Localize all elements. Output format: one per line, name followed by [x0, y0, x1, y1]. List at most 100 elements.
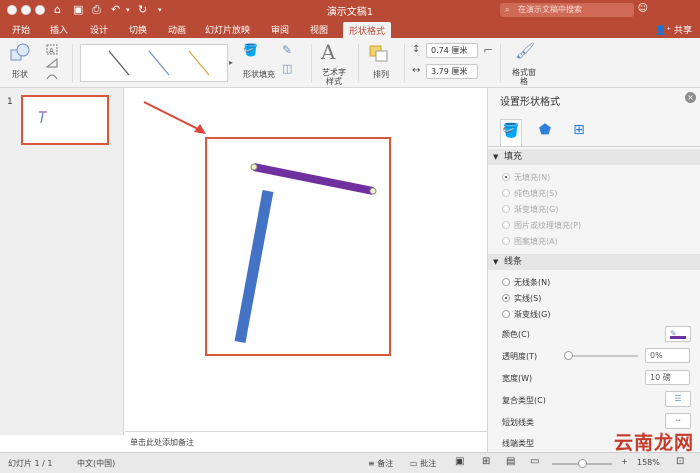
- size-properties-tab-icon[interactable]: ⊞: [568, 119, 590, 141]
- line-option-label: 渐变线(G): [514, 310, 551, 319]
- radio-button[interactable]: [502, 173, 510, 181]
- radio-button[interactable]: [502, 294, 510, 302]
- radio-button[interactable]: [502, 237, 510, 245]
- tab-transitions[interactable]: 切换: [129, 23, 147, 36]
- thumbnail-preview: [39, 111, 47, 124]
- radio-button[interactable]: [502, 310, 510, 318]
- line-option-solid[interactable]: 实线(S): [502, 293, 541, 304]
- tab-slideshow[interactable]: 幻灯片放映: [205, 23, 250, 36]
- zoom-slider-thumb[interactable]: [578, 459, 587, 468]
- zoom-in-icon[interactable]: +: [621, 457, 628, 466]
- shape-effects-icon[interactable]: ◫: [282, 62, 292, 75]
- fill-option-solid[interactable]: 纯色填充(S): [502, 188, 557, 199]
- normal-view-icon[interactable]: ▣: [455, 456, 464, 467]
- notes-area[interactable]: 单击此处添加备注: [125, 431, 487, 451]
- gallery-more-icon[interactable]: ▸: [229, 58, 233, 67]
- shape-width-field[interactable]: 3.79 厘米: [426, 64, 478, 79]
- line-option-none[interactable]: 无线条(N): [502, 277, 550, 288]
- slide-thumbnail-pane: 1: [0, 88, 124, 435]
- comment-icon: ▭: [410, 459, 421, 468]
- feedback-smile-icon[interactable]: ☺: [638, 3, 648, 14]
- line-section-header[interactable]: ▼ 线条: [488, 254, 700, 270]
- line-pen-icon[interactable]: ✎: [282, 43, 292, 57]
- line-style-previews[interactable]: [81, 45, 227, 81]
- transparency-field[interactable]: 0%: [645, 348, 690, 363]
- radio-button[interactable]: [502, 189, 510, 197]
- tab-review[interactable]: 审阅: [271, 23, 289, 36]
- fill-line-tab-icon[interactable]: 🪣: [500, 119, 522, 146]
- tab-animations[interactable]: 动画: [168, 23, 186, 36]
- search-placeholder: 在演示文稿中搜索: [518, 5, 582, 14]
- line-handle-end[interactable]: [369, 187, 377, 195]
- line-color-picker[interactable]: ✎: [665, 326, 691, 342]
- share-button[interactable]: 👤⁺ 共享: [655, 23, 692, 36]
- dash-type-select[interactable]: ┅: [665, 413, 691, 429]
- line-option-label: 实线(S): [514, 294, 542, 303]
- status-bar: 幻灯片 1 / 1 中文(中国) ≡ 备注 ▭ 批注 ▣ ⊞ ▤ ▭ + 158…: [0, 452, 700, 473]
- slideshow-icon[interactable]: ▭: [530, 456, 539, 467]
- fit-to-window-icon[interactable]: ⊡: [676, 456, 684, 467]
- zoom-level[interactable]: 158%: [637, 458, 660, 467]
- shape-height-field[interactable]: 0.74 厘米: [426, 43, 478, 58]
- line-option-gradient[interactable]: 渐变线(G): [502, 309, 550, 320]
- comments-label: 批注: [420, 459, 437, 468]
- blue-line-shape[interactable]: [234, 189, 274, 344]
- format-pane-icon[interactable]: 🖌: [515, 41, 535, 60]
- radio-button[interactable]: [502, 205, 510, 213]
- annotation-arrow-icon: [143, 101, 206, 134]
- compound-type-select[interactable]: ☰: [665, 391, 691, 407]
- transparency-slider-track[interactable]: [568, 355, 638, 357]
- wordart-icon[interactable]: A: [321, 40, 335, 64]
- shape-style-gallery[interactable]: [80, 44, 228, 82]
- slide-editor: [125, 88, 487, 431]
- dash-type-label: 短划线类: [502, 418, 534, 427]
- fill-option-label: 渐变填充(G): [514, 205, 559, 214]
- search-input[interactable]: ⌕ 在演示文稿中搜索: [500, 3, 634, 17]
- fill-option-picture[interactable]: 图片或纹理填充(P): [502, 220, 581, 231]
- ribbon-separator: [72, 44, 73, 82]
- arrange-icon[interactable]: [368, 44, 390, 64]
- cap-type-label: 线端类型: [502, 439, 534, 448]
- slide-canvas[interactable]: [205, 137, 391, 356]
- tab-design[interactable]: 设计: [90, 23, 108, 36]
- fill-section-header[interactable]: ▼ 填充: [488, 149, 700, 165]
- line-handle-start[interactable]: [250, 163, 258, 171]
- tab-insert[interactable]: 插入: [50, 23, 68, 36]
- tab-home[interactable]: 开始: [12, 23, 30, 36]
- ribbon-separator: [311, 44, 312, 82]
- fill-option-pattern[interactable]: 图案填充(A): [502, 236, 558, 247]
- watermark-text: 云南龙网: [613, 432, 694, 454]
- slide-sorter-icon[interactable]: ⊞: [482, 456, 490, 467]
- close-icon[interactable]: ×: [685, 92, 696, 103]
- reading-view-icon[interactable]: ▤: [506, 456, 515, 467]
- slide-number: 1: [7, 97, 13, 107]
- notes-toggle[interactable]: ≡ 备注: [368, 458, 393, 469]
- fill-option-none[interactable]: 无填充(N): [502, 172, 550, 183]
- purple-line-shape[interactable]: [253, 163, 374, 195]
- insert-shapes-icon[interactable]: [9, 42, 31, 64]
- color-label: 颜色(C): [502, 330, 530, 339]
- lock-aspect-icon[interactable]: ⌐: [483, 43, 493, 57]
- fill-option-label: 图案填充(A): [514, 237, 558, 246]
- edit-shape-icons[interactable]: A: [44, 43, 64, 83]
- svg-text:A: A: [49, 47, 54, 55]
- fill-bucket-icon[interactable]: 🪣: [243, 43, 258, 57]
- radio-button[interactable]: [502, 278, 510, 286]
- width-field[interactable]: 10 磅: [645, 370, 690, 385]
- line-section-label: 线条: [504, 257, 523, 267]
- format-pane-label: 格式窗格: [512, 68, 536, 86]
- transparency-slider-thumb[interactable]: [564, 351, 573, 360]
- effects-tab-icon[interactable]: ⬟: [534, 119, 556, 141]
- shape-height-icon: ↕: [412, 44, 421, 55]
- comments-toggle[interactable]: ▭ 批注: [410, 458, 436, 469]
- language-indicator[interactable]: 中文(中国): [77, 458, 115, 469]
- radio-button[interactable]: [502, 221, 510, 229]
- line-option-label: 无线条(N): [514, 278, 551, 287]
- slide-thumbnail[interactable]: [21, 95, 109, 145]
- tab-shape-format[interactable]: 形状格式: [343, 22, 392, 38]
- fill-option-gradient[interactable]: 渐变填充(G): [502, 204, 558, 215]
- ribbon-tabs: 开始 插入 设计 切换 动画 幻灯片放映 审阅 视图 形状格式 👤⁺ 共享: [0, 20, 700, 38]
- fill-section-label: 填充: [504, 152, 523, 162]
- tab-view[interactable]: 视图: [310, 23, 328, 36]
- slide-count: 幻灯片 1 / 1: [8, 459, 53, 468]
